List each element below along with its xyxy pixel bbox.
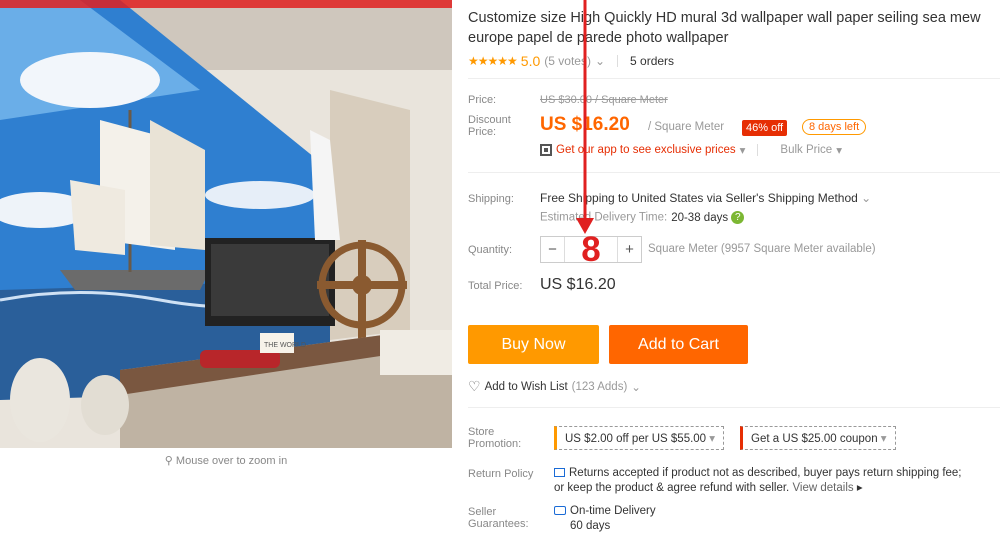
product-image[interactable]: THE WORLD [0, 0, 452, 448]
chevron-down-icon[interactable]: ⌄ [631, 380, 641, 394]
shipping-method[interactable]: Free Shipping to United States via Selle… [540, 191, 871, 205]
product-title: Customize size High Quickly HD mural 3d … [468, 10, 981, 46]
delivery-time: Estimated Delivery Time: 20-38 days ? [540, 211, 745, 224]
chevron-down-icon[interactable]: ▾ [709, 433, 715, 445]
promotion-label-2: Promotion: [468, 438, 522, 450]
shipping-label: Shipping: [468, 193, 514, 205]
rating-row: ★★★★★ 5.0 (5 votes) ⌄ 5 orders [468, 53, 674, 69]
quantity-value[interactable]: 8 [565, 232, 617, 267]
return-policy: Returns accepted if product not as descr… [554, 466, 1000, 496]
get-coupon-button[interactable]: Get a US $25.00 coupon ▾ [740, 426, 896, 450]
discount-badge: 46% off [742, 120, 788, 136]
total-label: Total Price: [468, 280, 523, 292]
on-time-delivery: On-time Delivery [570, 505, 656, 517]
wishlist-label[interactable]: Add to Wish List [485, 381, 568, 393]
product-gallery: THE WORLD ⚲ Mouse over to zoom in [0, 0, 452, 534]
zoom-hint: ⚲ Mouse over to zoom in [0, 454, 452, 467]
store-coupon-select[interactable]: US $2.00 off per US $55.00 ▾ [554, 426, 725, 450]
total-price: US $16.20 [540, 276, 616, 293]
bulk-price-link[interactable]: Bulk Price [780, 144, 832, 156]
promotion-label: Store [468, 426, 495, 438]
wall-sign-text: THE WORLD [264, 342, 306, 349]
discount-price: US $16.20 [540, 114, 630, 135]
add-to-cart-button[interactable]: Add to Cart [609, 325, 748, 364]
delivery-days: 20-38 days [671, 211, 729, 224]
coupon-1-text[interactable]: US $2.00 off per US $55.00 [565, 433, 706, 445]
add-to-wishlist[interactable]: ♡ Add to Wish List (123 Adds) ⌄ [468, 378, 641, 395]
shipping-method-text[interactable]: Free Shipping to United States via Selle… [540, 191, 858, 205]
decrement-button[interactable]: − [541, 237, 565, 262]
delivery-guarantee-days: 60 days [570, 520, 611, 532]
increment-button[interactable]: + [617, 237, 641, 262]
rating-value: 5.0 [520, 53, 541, 69]
divider [468, 407, 1000, 408]
discount-label: Discount [468, 114, 511, 126]
app-promo-text[interactable]: Get our app to see exclusive prices [556, 144, 736, 156]
zoom-hint-text: Mouse over to zoom in [175, 455, 288, 467]
divider [468, 78, 1000, 79]
seller-guarantees-label-2: Guarantees: [468, 518, 529, 530]
quantity-stepper[interactable]: − 8 + [540, 232, 642, 267]
chevron-down-icon[interactable]: ▾ [836, 143, 842, 157]
product-info: Customize size High Quickly HD mural 3d … [462, 0, 1000, 534]
buy-now-button[interactable]: Buy Now [468, 325, 599, 364]
coupon-2-text[interactable]: Get a US $25.00 coupon [751, 433, 878, 445]
quantity-available: Square Meter (9957 Square Meter availabl… [648, 243, 876, 255]
seller-guarantees: On-time Delivery 60 days [554, 504, 656, 534]
chevron-down-icon[interactable]: ▾ [740, 143, 746, 157]
qr-code-icon [540, 144, 552, 156]
heart-icon: ♡ [468, 378, 481, 394]
caret-right-icon[interactable]: ▸ [857, 482, 863, 494]
magnifier-icon: ⚲ [164, 455, 173, 467]
return-icon [554, 468, 565, 478]
return-policy-label: Return Policy [468, 468, 534, 480]
truck-icon [554, 506, 566, 516]
original-price: US $30.00 / Square Meter [540, 94, 668, 106]
quantity-label: Quantity: [468, 244, 513, 256]
divider [757, 144, 759, 156]
days-left-badge: 8 days left [802, 119, 867, 135]
wallpaper-photo: THE WORLD [0, 0, 452, 448]
chevron-down-icon[interactable]: ▾ [881, 433, 887, 445]
seller-guarantees-label: Seller [468, 506, 497, 518]
question-icon[interactable]: ? [731, 211, 745, 224]
discount-label-2: Price: [468, 126, 497, 138]
return-policy-text-2: or keep the product & agree refund with … [554, 482, 790, 494]
rating-stars-icon: ★★★★★ [468, 54, 518, 68]
votes-link[interactable]: (5 votes) [544, 54, 591, 68]
return-policy-text-1: Returns accepted if product not as descr… [569, 467, 962, 479]
chevron-down-icon[interactable]: ⌄ [861, 191, 871, 205]
divider [617, 55, 619, 67]
view-details-link[interactable]: View details [792, 482, 853, 494]
delivery-label: Estimated Delivery Time: [540, 211, 668, 224]
divider [468, 172, 1000, 173]
chevron-down-icon[interactable]: ⌄ [595, 54, 605, 68]
wishlist-count: (123 Adds) [571, 380, 628, 393]
orders-count: 5 orders [630, 54, 675, 68]
app-promo[interactable]: Get our app to see exclusive prices ▾ Bu… [540, 143, 842, 157]
price-unit: / Square Meter [648, 121, 725, 133]
price-label: Price: [468, 94, 497, 106]
